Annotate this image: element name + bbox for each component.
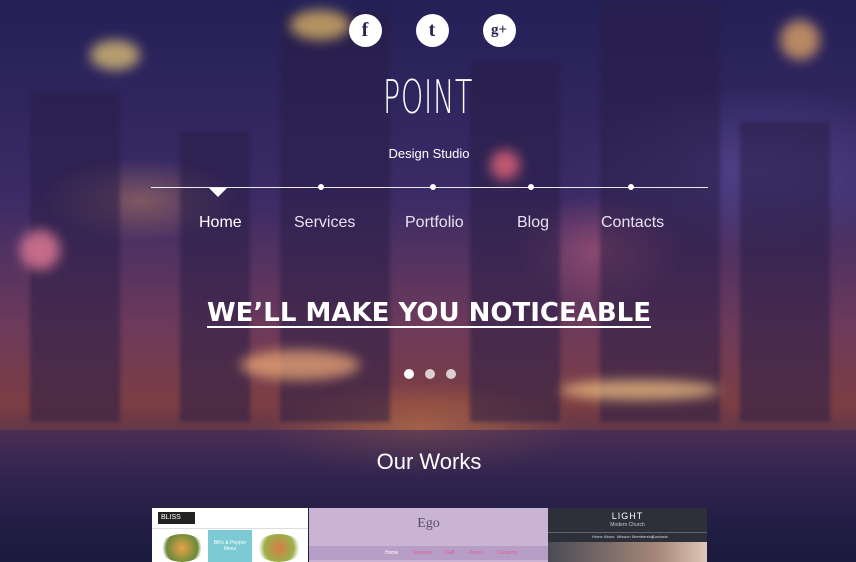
nav-item-services[interactable]: Services [294, 214, 355, 232]
divider [152, 528, 308, 529]
site-tagline: Design Studio [388, 146, 470, 161]
work-thumb-bliss[interactable]: BLISS Bill's & Pepper Menu [152, 508, 308, 562]
light-menu-about: About [604, 534, 615, 539]
slider-dot[interactable] [446, 369, 456, 379]
slider-dots [404, 369, 456, 379]
ego-menu-staff: Staff [444, 550, 455, 556]
decor-building [180, 132, 250, 422]
hero-background: f t g+ POINT Design Studio Home Services… [0, 0, 856, 562]
nav-item-home[interactable]: Home [199, 214, 242, 232]
light-logo: LIGHT [611, 511, 644, 521]
decor-light [240, 350, 360, 380]
hero-headline[interactable]: WE’LL MAKE YOU NOTICEABLE [0, 298, 856, 328]
social-links: f t g+ [0, 14, 856, 47]
light-subtitle: Modern Church [610, 522, 645, 528]
nav-dot [430, 184, 436, 190]
slider-dot[interactable] [404, 369, 414, 379]
google-plus-icon[interactable]: g+ [482, 14, 516, 47]
nav-dot [628, 184, 634, 190]
work-thumb-ego[interactable]: Ego Home Services Staff Prices Contacts [309, 508, 548, 562]
ego-logo: Ego [417, 516, 440, 531]
light-menu-home: Home [592, 534, 603, 539]
light-menu-contacts: Contacts [652, 534, 668, 539]
ego-menu-contacts: Contacts [497, 550, 517, 556]
decor-light [560, 380, 720, 400]
slider-dot[interactable] [425, 369, 435, 379]
nav-dot [528, 184, 534, 190]
ego-menu-services: Services [413, 550, 433, 556]
site-logo[interactable]: POINT [163, 70, 694, 124]
facebook-icon[interactable]: f [348, 14, 382, 47]
ego-menu-prices: Prices [469, 550, 483, 556]
light-menu-mission: Mission [617, 534, 631, 539]
work-thumb-light[interactable]: LIGHT Modern Church Home About Mission M… [548, 508, 707, 562]
light-hero-image [548, 542, 707, 562]
decor-building [740, 122, 830, 422]
bliss-logo: BLISS [158, 512, 195, 524]
ego-menu-home: Home [385, 550, 399, 556]
tumblr-icon[interactable]: t [415, 14, 449, 47]
food-image [256, 534, 302, 562]
nav-item-contacts[interactable]: Contacts [601, 214, 664, 232]
decor-building [600, 2, 720, 422]
nav-dot [318, 184, 324, 190]
divider [548, 532, 707, 533]
nav-item-portfolio[interactable]: Portfolio [405, 214, 464, 232]
decor-light [20, 230, 60, 270]
food-image [160, 534, 204, 562]
nav-active-pointer [209, 188, 227, 197]
section-title: Our Works [376, 449, 482, 474]
bliss-caption: Bill's & Pepper Menu [208, 530, 252, 562]
nav-item-blog[interactable]: Blog [517, 214, 549, 232]
light-menu-membership: Membership [632, 534, 655, 539]
